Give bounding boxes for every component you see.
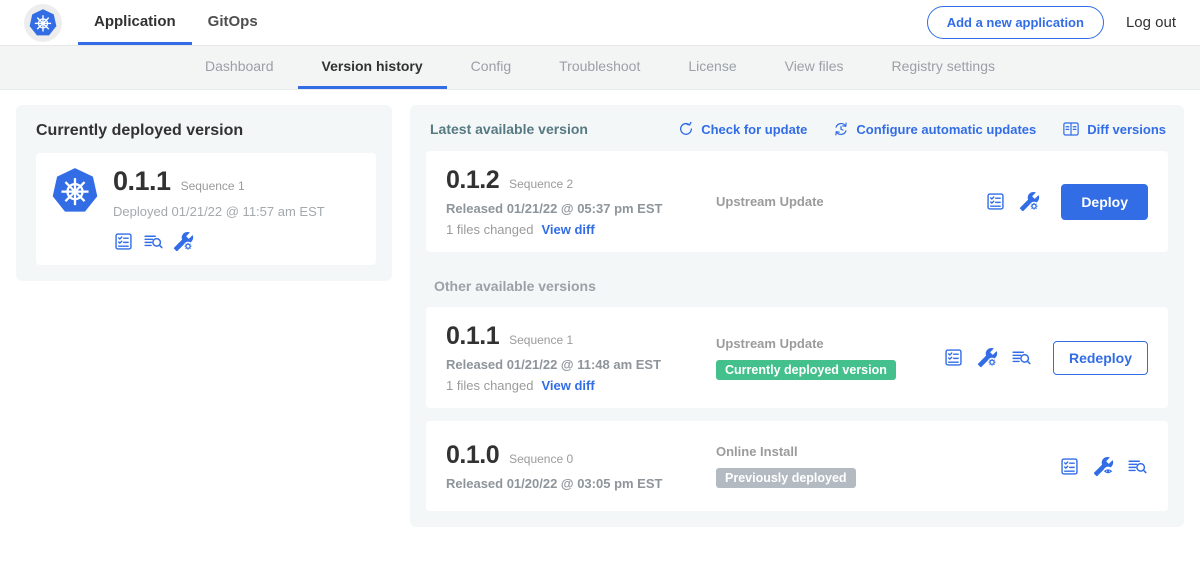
latest-version-header: Latest available version Check for updat…: [426, 118, 1168, 138]
version-card-0-1-2: 0.1.2 Sequence 2 Released 01/21/22 @ 05:…: [426, 151, 1168, 252]
released-timestamp: Released 01/20/22 @ 03:05 pm EST: [446, 476, 704, 491]
version-card-actions: Deploy: [985, 184, 1148, 220]
released-timestamp: Released 01/21/22 @ 11:48 am EST: [446, 357, 704, 372]
subnav-item-troubleshoot[interactable]: Troubleshoot: [535, 46, 664, 89]
latest-version-title: Latest available version: [430, 121, 588, 137]
currently-deployed-panel: Currently deployed version 0.1.1 Sequenc…: [16, 105, 392, 281]
edit-config-icon[interactable]: [173, 231, 194, 252]
diff-icon: [1062, 120, 1080, 138]
subnav-item-dashboard[interactable]: Dashboard: [181, 46, 298, 89]
version-source: Upstream Update: [704, 194, 985, 209]
subnav-item-config[interactable]: Config: [447, 46, 535, 89]
deployed-sequence-label: Sequence 1: [181, 179, 245, 193]
sequence-label: Sequence 1: [509, 333, 573, 347]
sequence-label: Sequence 2: [509, 177, 573, 191]
tab-application-label: Application: [94, 13, 176, 30]
version-info: 0.1.1 Sequence 1 Released 01/21/22 @ 11:…: [446, 322, 704, 393]
version-info: 0.1.0 Sequence 0 Released 01/20/22 @ 03:…: [446, 441, 704, 491]
release-notes-icon[interactable]: [113, 231, 134, 252]
add-application-button[interactable]: Add a new application: [927, 6, 1104, 39]
refresh-icon: [678, 121, 694, 137]
deployed-version-info: 0.1.1 Sequence 1 Deployed 01/21/22 @ 11:…: [113, 166, 325, 252]
tab-gitops-label: GitOps: [208, 13, 258, 30]
tab-application[interactable]: Application: [78, 0, 192, 45]
edit-config-icon[interactable]: [1019, 191, 1040, 212]
version-history-panel: Latest available version Check for updat…: [410, 105, 1184, 527]
release-notes-icon[interactable]: [1059, 456, 1080, 477]
previously-deployed-badge: Previously deployed: [716, 468, 856, 488]
sequence-label: Sequence 0: [509, 452, 573, 466]
kubernetes-logo[interactable]: [24, 4, 62, 42]
app-subnav: Dashboard Version history Config Trouble…: [0, 46, 1200, 90]
auto-update-icon: [833, 121, 849, 137]
tab-gitops[interactable]: GitOps: [192, 0, 274, 45]
files-changed-label: 1 files changed: [446, 222, 533, 237]
version-card-0-1-1: 0.1.1 Sequence 1 Released 01/21/22 @ 11:…: [426, 307, 1168, 408]
release-notes-icon[interactable]: [943, 347, 964, 368]
released-timestamp: Released 01/21/22 @ 05:37 pm EST: [446, 201, 704, 216]
logout-button[interactable]: Log out: [1126, 14, 1176, 31]
view-diff-link[interactable]: View diff: [541, 222, 594, 237]
version-card-actions: [1059, 456, 1148, 477]
preflight-checks-icon[interactable]: [143, 231, 164, 252]
check-for-update-label: Check for update: [701, 122, 807, 137]
source-label: Upstream Update: [716, 194, 985, 209]
version-number: 0.1.2: [446, 166, 499, 195]
version-source: Online Install Previously deployed: [704, 444, 1059, 488]
version-card-actions: Redeploy: [943, 341, 1148, 375]
version-source: Upstream Update Currently deployed versi…: [704, 336, 943, 380]
view-diff-link[interactable]: View diff: [541, 378, 594, 393]
edit-config-icon[interactable]: [977, 347, 998, 368]
source-label: Online Install: [716, 444, 1059, 459]
diff-versions-label: Diff versions: [1087, 122, 1166, 137]
other-versions-title: Other available versions: [434, 278, 1168, 294]
currently-deployed-title: Currently deployed version: [36, 122, 376, 140]
version-number: 0.1.1: [446, 322, 499, 351]
top-navbar: Application GitOps Add a new application…: [0, 0, 1200, 46]
currently-deployed-badge: Currently deployed version: [716, 360, 896, 380]
files-changed-label: 1 files changed: [446, 378, 533, 393]
version-actions: Check for update Configure automatic upd…: [678, 120, 1166, 138]
subnav-item-version-history[interactable]: Version history: [298, 46, 447, 89]
app-logo-icon: [50, 166, 100, 216]
release-notes-icon[interactable]: [985, 191, 1006, 212]
configure-automatic-updates-link[interactable]: Configure automatic updates: [833, 121, 1036, 137]
app-tabs: Application GitOps: [78, 0, 274, 45]
diff-versions-link[interactable]: Diff versions: [1062, 120, 1166, 138]
navbar-spacer: [274, 0, 927, 45]
check-for-update-link[interactable]: Check for update: [678, 121, 807, 137]
deployed-version-number: 0.1.1: [113, 166, 171, 197]
deployed-timestamp: Deployed 01/21/22 @ 11:57 am EST: [113, 204, 325, 219]
currently-deployed-card: 0.1.1 Sequence 1 Deployed 01/21/22 @ 11:…: [36, 153, 376, 265]
version-card-0-1-0: 0.1.0 Sequence 0 Released 01/20/22 @ 03:…: [426, 421, 1168, 511]
subnav-item-license[interactable]: License: [664, 46, 760, 89]
main-content: Currently deployed version 0.1.1 Sequenc…: [0, 90, 1200, 542]
subnav-item-view-files[interactable]: View files: [761, 46, 868, 89]
kubernetes-wheel-icon: [28, 8, 58, 38]
version-number: 0.1.0: [446, 441, 499, 470]
source-label: Upstream Update: [716, 336, 943, 351]
subnav-item-registry-settings[interactable]: Registry settings: [868, 46, 1019, 89]
view-config-icon[interactable]: [1093, 456, 1114, 477]
version-info: 0.1.2 Sequence 2 Released 01/21/22 @ 05:…: [446, 166, 704, 237]
deployed-actions: [113, 231, 325, 252]
redeploy-button[interactable]: Redeploy: [1053, 341, 1148, 375]
preflight-checks-icon[interactable]: [1011, 347, 1032, 368]
configure-automatic-updates-label: Configure automatic updates: [856, 122, 1036, 137]
preflight-checks-icon[interactable]: [1127, 456, 1148, 477]
deploy-button[interactable]: Deploy: [1061, 184, 1148, 220]
